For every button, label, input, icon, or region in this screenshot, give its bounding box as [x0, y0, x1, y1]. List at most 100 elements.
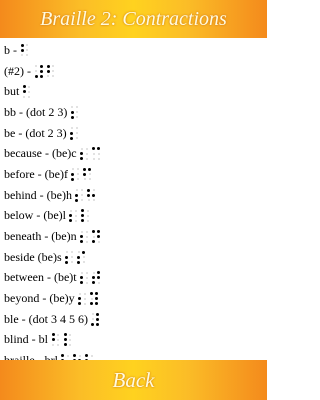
contraction-list[interactable]: b - (#2) - but bb - (dot 2 3) be - (dot 2 3)…: [4, 40, 266, 360]
braille-dot: [70, 261, 73, 264]
braille-dot: [97, 271, 101, 275]
braille-dot: [74, 219, 77, 222]
braille-cell-icon: [71, 167, 80, 181]
braille-dot: [97, 235, 101, 239]
braille-dot: [70, 110, 74, 114]
braille-dot: [71, 106, 74, 109]
braille-dot: [81, 214, 85, 218]
contraction-label: between - (be)t: [4, 270, 77, 285]
braille-dot: [63, 333, 67, 337]
title-bar: Braille 2: Contractions: [0, 0, 267, 38]
braille-dot: [83, 302, 86, 305]
braille-dot: [85, 230, 88, 233]
braille-dot: [21, 54, 23, 57]
braille-dot: [85, 271, 88, 274]
braille-dot: [75, 127, 78, 130]
braille-dot: [87, 188, 91, 192]
braille-dot: [57, 343, 59, 346]
braille-dot: [77, 251, 80, 254]
braille-cell-icon: [51, 333, 60, 347]
braille-dot: [26, 54, 28, 57]
braille-dot: [80, 147, 83, 150]
list-item: below - (be)l: [4, 206, 266, 227]
braille-dot: [91, 313, 94, 316]
back-button[interactable]: Back: [0, 360, 267, 400]
braille-dot: [22, 90, 26, 94]
braille-dot: [92, 193, 96, 197]
braille-dot: [76, 111, 79, 114]
braille-dot: [95, 292, 99, 296]
braille-dot: [83, 178, 86, 181]
braille-cell-icon: [70, 105, 79, 119]
braille-dot: [83, 292, 86, 295]
braille-dot: [22, 85, 26, 89]
braille-dot: [80, 240, 84, 244]
braille-dot: [92, 199, 95, 202]
braille-dot: [95, 302, 99, 306]
list-item: b -: [4, 40, 266, 61]
braille-dot: [74, 209, 77, 212]
braille-dot: [76, 168, 79, 171]
braille-dot: [97, 240, 100, 243]
braille-dot: [92, 189, 95, 192]
braille-dot: [76, 116, 79, 119]
contraction-label: before - (be)f: [4, 166, 68, 181]
contraction-label: because - (be)c: [4, 146, 77, 161]
braille-dot: [66, 354, 69, 357]
list-item: but: [4, 81, 266, 102]
braille-dot: [92, 230, 96, 234]
braille-dot: [63, 343, 67, 347]
braille-dot: [73, 354, 77, 358]
braille-dot: [81, 219, 85, 223]
braille-dot: [34, 74, 38, 78]
braille-cell-icon: [80, 271, 89, 285]
braille-dot: [47, 75, 49, 78]
braille-dot: [51, 338, 55, 342]
braille-dot: [96, 322, 100, 326]
braille-cell-icon: [20, 43, 29, 57]
braille-dot: [95, 297, 99, 301]
braille-dot: [77, 260, 81, 264]
braille-dot: [46, 64, 50, 68]
braille-dot: [97, 147, 101, 151]
braille-dot: [57, 333, 59, 336]
braille-dot: [85, 152, 88, 155]
braille-cell-icon: [70, 126, 79, 140]
braille-dot: [76, 173, 79, 176]
braille-cell-icon: [34, 64, 43, 78]
contraction-label: blind - bl: [4, 332, 48, 347]
braille-dot: [86, 219, 89, 222]
braille-dot: [97, 230, 101, 234]
braille-dot: [23, 95, 26, 98]
braille-dot: [28, 90, 31, 93]
braille-cell-icon: [77, 250, 86, 264]
braille-dot: [96, 317, 100, 321]
braille-dot: [70, 115, 74, 119]
braille-dot: [65, 260, 69, 264]
braille-cell-icon: [69, 209, 78, 223]
contraction-label: behind - (be)h: [4, 187, 72, 202]
braille-dot: [69, 343, 71, 346]
braille-dot: [87, 193, 91, 197]
list-item: beyond - (be)y: [4, 288, 266, 309]
braille-dot: [80, 152, 84, 156]
braille-dot: [80, 189, 83, 192]
braille-dot: [39, 64, 43, 68]
braille-dot: [86, 209, 89, 212]
braille-dot: [85, 276, 88, 279]
braille-dot: [69, 214, 73, 218]
braille-dot: [97, 276, 101, 280]
contraction-label: b -: [4, 42, 17, 57]
braille-dot: [69, 333, 71, 336]
back-button-label: Back: [112, 368, 155, 392]
contraction-label: ble - (dot 3 4 5 6): [4, 311, 88, 326]
list-item: ble - (dot 3 4 5 6): [4, 309, 266, 330]
contraction-label: beyond - (be)y: [4, 291, 75, 306]
list-item: be - (dot 2 3): [4, 123, 266, 144]
braille-cell-icon: [80, 230, 89, 244]
braille-dot: [92, 235, 95, 238]
braille-dot: [39, 74, 43, 78]
braille-dot: [52, 70, 54, 73]
braille-dot: [75, 193, 79, 197]
braille-dot: [70, 251, 73, 254]
